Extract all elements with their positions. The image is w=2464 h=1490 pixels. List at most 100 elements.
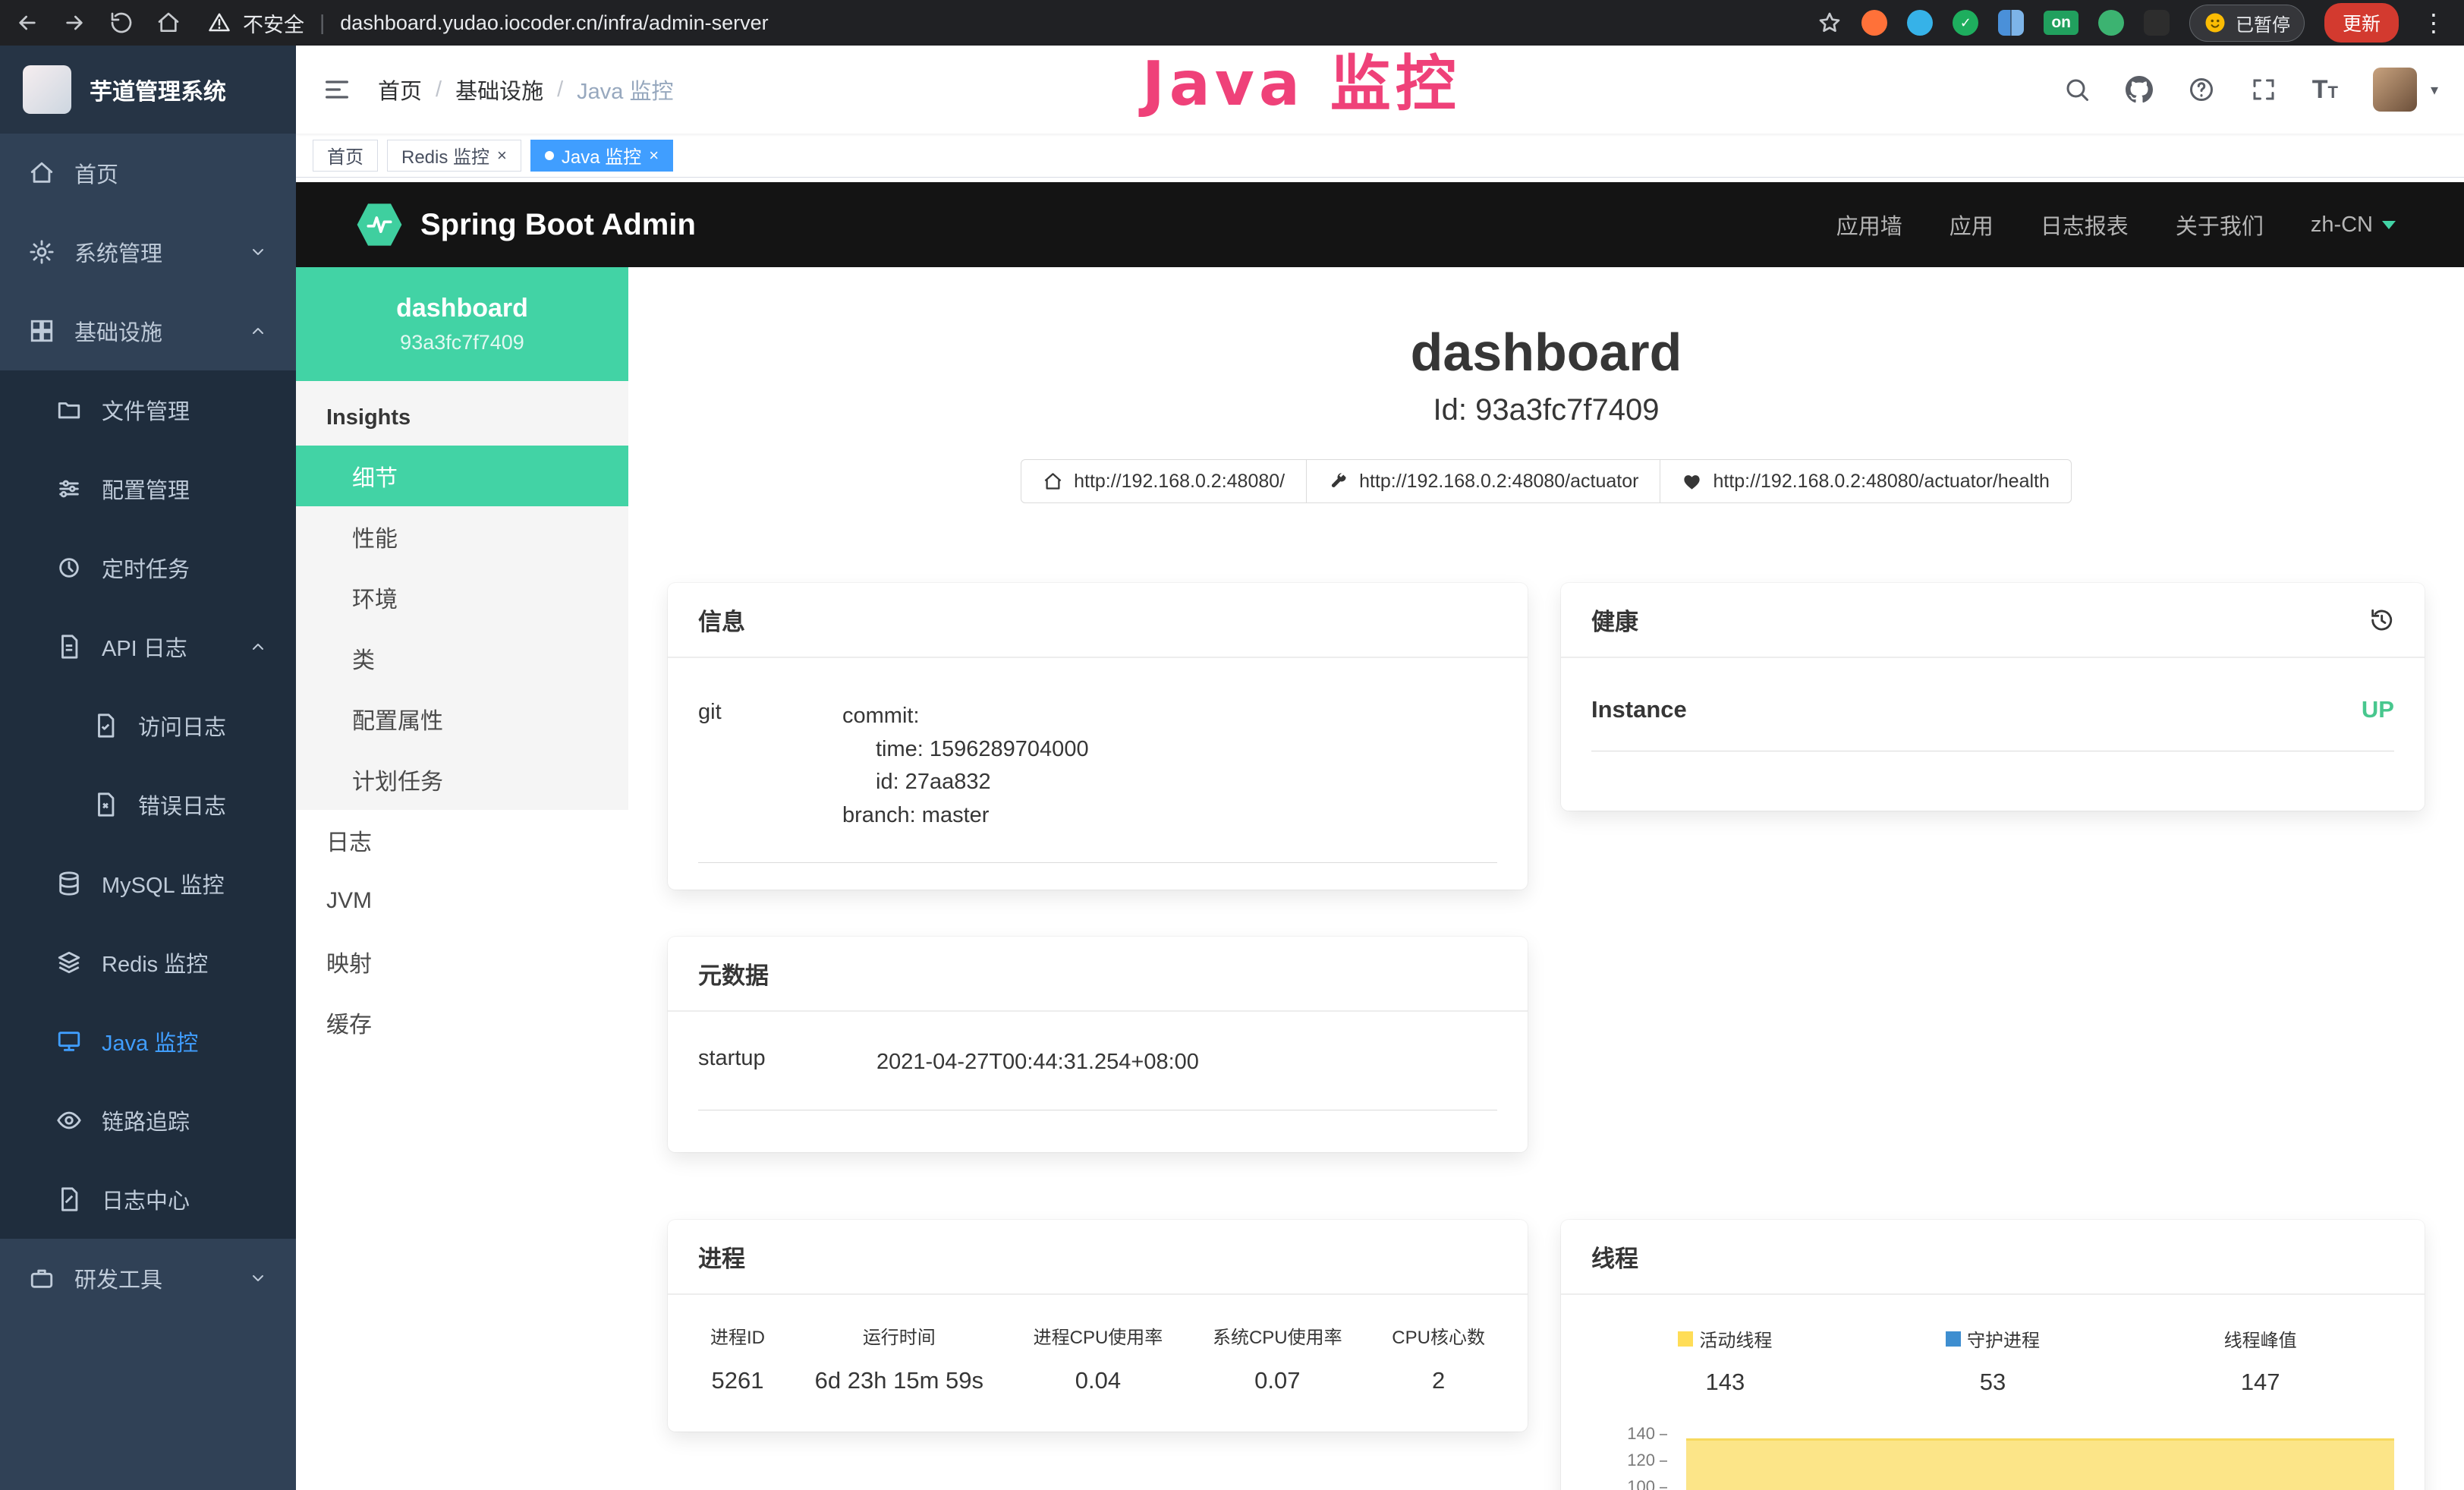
tags-view: 首页 Redis 监控 × Java 监控 × [296,134,2464,178]
bookmark-star-icon[interactable] [1817,11,1842,35]
legend-swatch-blue [1946,1331,1961,1347]
sba-item-logs[interactable]: 日志 [296,810,628,871]
forward-icon[interactable] [62,11,87,35]
smiley-avatar-icon [2204,11,2226,34]
sidebar-item-home[interactable]: 首页 [0,134,296,213]
process-card-title: 进程 [668,1220,1528,1295]
sba-item-classes[interactable]: 类 [296,628,628,688]
sba-item-details[interactable]: 细节 [296,446,628,506]
history-icon[interactable] [2368,607,2394,633]
column-header: 系统CPU使用率 [1213,1322,1342,1349]
font-size-icon[interactable]: TT [2312,75,2338,105]
sidebar-item-access-logs[interactable]: 访问日志 [0,686,296,765]
close-icon[interactable]: × [497,147,507,164]
cell-value: 6d 23h 15m 59s [815,1367,983,1394]
sidebar-item-system-management[interactable]: 系统管理 [0,213,296,291]
sba-nav-wallboard[interactable]: 应用墙 [1836,209,1902,241]
hamburger-icon[interactable] [322,74,352,105]
sidebar-item-file-management[interactable]: 文件管理 [0,370,296,449]
instance-name: dashboard [396,294,528,323]
profile-paused-badge[interactable]: 已暂停 [2189,5,2305,42]
sidebar-item-log-center[interactable]: 日志中心 [0,1160,296,1239]
sba-nav-applications[interactable]: 应用 [1949,209,1994,241]
sba-item-scheduled-tasks[interactable]: 计划任务 [296,749,628,810]
legend-label: 守护进程 [1967,1325,2040,1352]
sidebar-item-api-logs[interactable]: API 日志 [0,607,296,686]
avatar[interactable] [2373,68,2417,112]
help-icon[interactable] [2188,76,2215,103]
back-icon[interactable] [15,11,39,35]
actuator-url-button[interactable]: http://192.168.0.2:48080/actuator [1306,459,1660,503]
chevron-up-icon [249,638,267,656]
infrastructure-submenu: 文件管理 配置管理 定时任务 API 日志 访问日志 [0,370,296,1239]
components-icon [29,318,55,344]
tag-home[interactable]: 首页 [313,140,378,172]
extension-icon[interactable] [2144,10,2170,36]
sba-instance-header[interactable]: dashboard 93a3fc7f7409 [296,267,628,381]
sidebar-item-config-management[interactable]: 配置管理 [0,449,296,528]
metadata-card-body: startup 2021-04-27T00:44:31.254+08:00 [668,1012,1528,1110]
extension-icon[interactable]: ✓ [1953,10,1978,36]
extension-icon[interactable] [1998,10,2024,36]
cell-value: 5261 [710,1367,765,1394]
sidebar-item-java-monitor[interactable]: Java 监控 [0,1002,296,1081]
extension-icon[interactable] [1861,10,1887,36]
sidebar-item-label: 访问日志 [138,710,226,742]
health-url-button[interactable]: http://192.168.0.2:48080/actuator/health [1660,459,2071,503]
sidebar-item-error-logs[interactable]: 错误日志 [0,765,296,844]
cards-grid: 信息 git commit: time: 1596289704000 id: 2… [628,583,2464,1490]
chevron-down-icon [2382,221,2396,229]
sba-item-config-props[interactable]: 配置属性 [296,688,628,749]
sba-item-caches[interactable]: 缓存 [296,992,628,1053]
sidebar-item-redis-monitor[interactable]: Redis 监控 [0,923,296,1002]
app-logo-bar[interactable]: 芋道管理系统 [0,46,296,134]
sidebar-item-mysql-monitor[interactable]: MySQL 监控 [0,844,296,923]
document-pencil-icon [56,1186,82,1212]
sba-brand[interactable]: Spring Boot Admin [357,202,696,247]
breadcrumb: 首页 / 基础设施 / Java 监控 [378,74,673,106]
sidebar-item-dev-tools[interactable]: 研发工具 [0,1239,296,1318]
health-card-title: 健康 [1591,603,1638,637]
sba-nav-about[interactable]: 关于我们 [2176,209,2264,241]
sidebar-item-infrastructure[interactable]: 基础设施 [0,291,296,370]
address-bar[interactable]: 不安全 | dashboard.yudao.iocoder.cn/infra/a… [208,8,769,38]
chrome-update-button[interactable]: 更新 [2324,3,2399,43]
column-header: CPU核心数 [1392,1322,1485,1349]
sba-item-environment[interactable]: 环境 [296,567,628,628]
search-icon[interactable] [2063,76,2091,103]
sba-locale-select[interactable]: zh-CN [2311,213,2396,238]
clock-icon [56,555,82,581]
info-value: commit: time: 1596289704000 id: 27aa832 … [842,700,1089,832]
breadcrumb-home[interactable]: 首页 [378,74,422,106]
sba-nav-journal[interactable]: 日志报表 [2041,209,2129,241]
sba-item-mappings[interactable]: 映射 [296,931,628,992]
tag-redis-monitor[interactable]: Redis 监控 × [387,140,521,172]
sba-item-jvm[interactable]: JVM [296,871,628,931]
breadcrumb-separator: / [436,77,442,102]
sba-item-metrics[interactable]: 性能 [296,506,628,567]
cell-value: 0.04 [1034,1367,1163,1394]
close-icon[interactable]: × [649,147,659,164]
home-icon[interactable] [156,11,181,35]
github-icon[interactable] [2126,76,2153,103]
sidebar-item-scheduled-tasks[interactable]: 定时任务 [0,528,296,607]
browser-menu-icon[interactable]: ⋮ [2418,11,2449,35]
cards-left-column: 信息 git commit: time: 1596289704000 id: 2… [668,583,1528,1432]
sidebar-item-tracing[interactable]: 链路追踪 [0,1081,296,1160]
y-axis-tick: 100 [1591,1477,1667,1490]
extension-icon[interactable] [2098,10,2124,36]
breadcrumb-infrastructure[interactable]: 基础设施 [455,74,543,106]
extension-on-badge[interactable]: on [2044,11,2079,35]
tag-java-monitor[interactable]: Java 监控 × [530,140,673,172]
folder-icon [56,397,82,423]
gear-icon [29,239,55,265]
chart-plot-area [1679,1419,2394,1490]
service-url-button[interactable]: http://192.168.0.2:48080/ [1021,459,1307,503]
process-card-body: 进程ID 5261 运行时间 6d 23h 15m 59s 进程CPU使用率 [668,1295,1528,1394]
reload-icon[interactable] [109,11,134,35]
legend-label: 线程峰值 [2224,1325,2297,1352]
fullscreen-icon[interactable] [2250,76,2277,103]
extension-icon[interactable] [1907,10,1933,36]
database-icon [56,871,82,896]
avatar-caret-icon[interactable]: ▾ [2431,80,2438,99]
